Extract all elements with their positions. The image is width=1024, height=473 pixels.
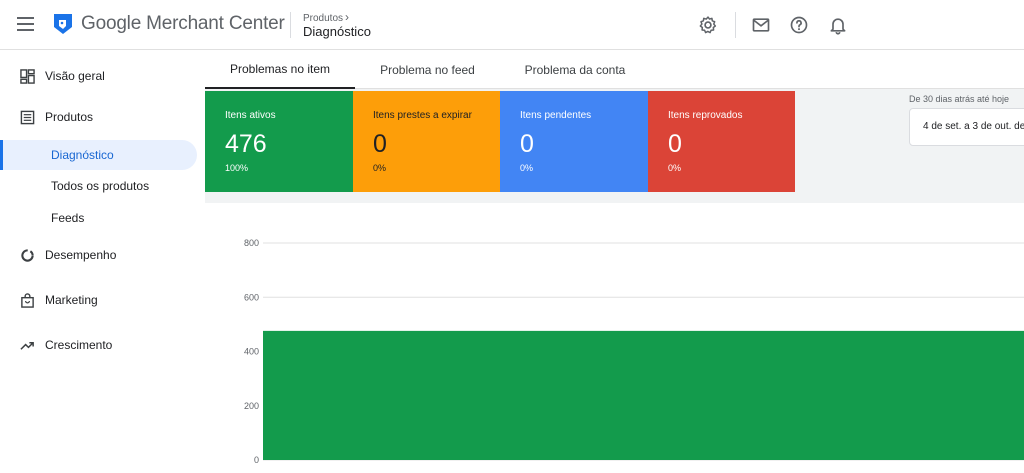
date-range-label: De 30 dias atrás até hoje — [909, 94, 1010, 104]
card-percent: 0% — [520, 163, 534, 173]
donut-icon — [21, 248, 34, 262]
card-title: Itens prestes a expirar — [373, 110, 472, 121]
settings-icon[interactable] — [698, 15, 718, 35]
card-value: 0 — [668, 130, 682, 158]
breadcrumb-parent-label[interactable]: Produtos — [303, 13, 343, 24]
sidebar-item-label: Marketing — [45, 293, 98, 307]
sidebar-item-label: Crescimento — [45, 338, 113, 352]
header-divider — [290, 12, 291, 38]
sidebar-item-diagnostico[interactable]: Diagnóstico — [0, 140, 197, 170]
y-tick-label: 800 — [244, 238, 259, 248]
sidebar-item-produtos[interactable]: Produtos — [0, 102, 205, 132]
card-title: Itens ativos — [225, 110, 276, 121]
tab-problema-da-conta[interactable]: Problema da conta — [500, 51, 650, 89]
tab-problemas-no-item[interactable]: Problemas no item — [205, 51, 355, 89]
date-range-picker[interactable]: 4 de set. a 3 de out. de — [909, 108, 1024, 146]
page-title: Diagnóstico — [303, 24, 371, 39]
brand-title[interactable]: Google Merchant Center — [81, 13, 285, 35]
sidebar-item-label: Todos os produtos — [51, 179, 150, 193]
sidebar-item-label: Visão geral — [45, 69, 105, 83]
help-icon[interactable] — [789, 15, 809, 35]
sidebar-item-feeds[interactable]: Feeds — [0, 203, 205, 233]
y-tick-label: 400 — [244, 347, 259, 357]
trending-up-icon — [20, 341, 34, 350]
series-area[interactable] — [263, 330, 1024, 460]
menu-icon[interactable] — [17, 17, 34, 31]
tab-problema-no-feed[interactable]: Problema no feed — [355, 51, 500, 89]
card-itens-pendentes[interactable]: Itens pendentes 0 0% — [500, 91, 648, 192]
sidebar-item-marketing[interactable]: Marketing — [0, 285, 205, 315]
card-itens-ativos[interactable]: Itens ativos 476 100% — [205, 91, 353, 192]
sidebar-item-todos-os-produtos[interactable]: Todos os produtos — [0, 171, 205, 201]
card-percent: 0% — [373, 163, 387, 173]
card-percent: 0% — [668, 163, 682, 173]
sidebar-item-label: Diagnóstico — [51, 148, 114, 162]
card-title: Itens pendentes — [520, 110, 592, 121]
chart-container: 800 600 400 200 0 — [205, 203, 1024, 468]
card-value: 0 — [373, 130, 387, 158]
merchant-center-logo-icon[interactable] — [52, 12, 74, 36]
card-itens-prestes-a-expirar[interactable]: Itens prestes a expirar 0 0% — [353, 91, 500, 192]
mail-icon[interactable] — [751, 15, 771, 35]
card-percent: 100% — [225, 163, 249, 173]
sidebar-item-desempenho[interactable]: Desempenho — [0, 240, 205, 270]
bag-icon — [21, 292, 34, 308]
notifications-icon[interactable] — [828, 15, 848, 35]
toolbar-divider — [735, 12, 736, 38]
y-tick-label: 0 — [254, 455, 259, 465]
items-chart: 800 600 400 200 0 — [244, 238, 1024, 465]
list-icon — [20, 110, 35, 124]
card-title: Itens reprovados — [668, 110, 743, 121]
date-range-value: 4 de set. a 3 de out. de — [923, 121, 1024, 132]
sidebar: Visão geral Produtos Diagnóstico Todos o… — [0, 51, 205, 468]
sidebar-item-label: Feeds — [51, 211, 85, 225]
sidebar-item-visao-geral[interactable]: Visão geral — [0, 61, 205, 91]
card-value: 476 — [225, 130, 267, 158]
y-tick-label: 600 — [244, 292, 259, 302]
chevron-right-icon: › — [345, 10, 350, 24]
breadcrumb-parent[interactable]: Produtos › — [303, 10, 349, 24]
sidebar-item-label: Desempenho — [45, 248, 117, 262]
dashboard-icon — [20, 68, 35, 84]
sidebar-item-label: Produtos — [45, 110, 94, 124]
top-app-bar: Google Merchant Center Produtos › Diagnós… — [0, 0, 1024, 50]
card-itens-reprovados[interactable]: Itens reprovados 0 0% — [648, 91, 795, 192]
tab-bar: Problemas no item Problema no feed Probl… — [205, 51, 1024, 89]
y-tick-label: 200 — [244, 401, 259, 411]
card-value: 0 — [520, 130, 534, 158]
sidebar-item-crescimento[interactable]: Crescimento — [0, 330, 205, 360]
main-content: Problemas no item Problema no feed Probl… — [205, 51, 1024, 468]
